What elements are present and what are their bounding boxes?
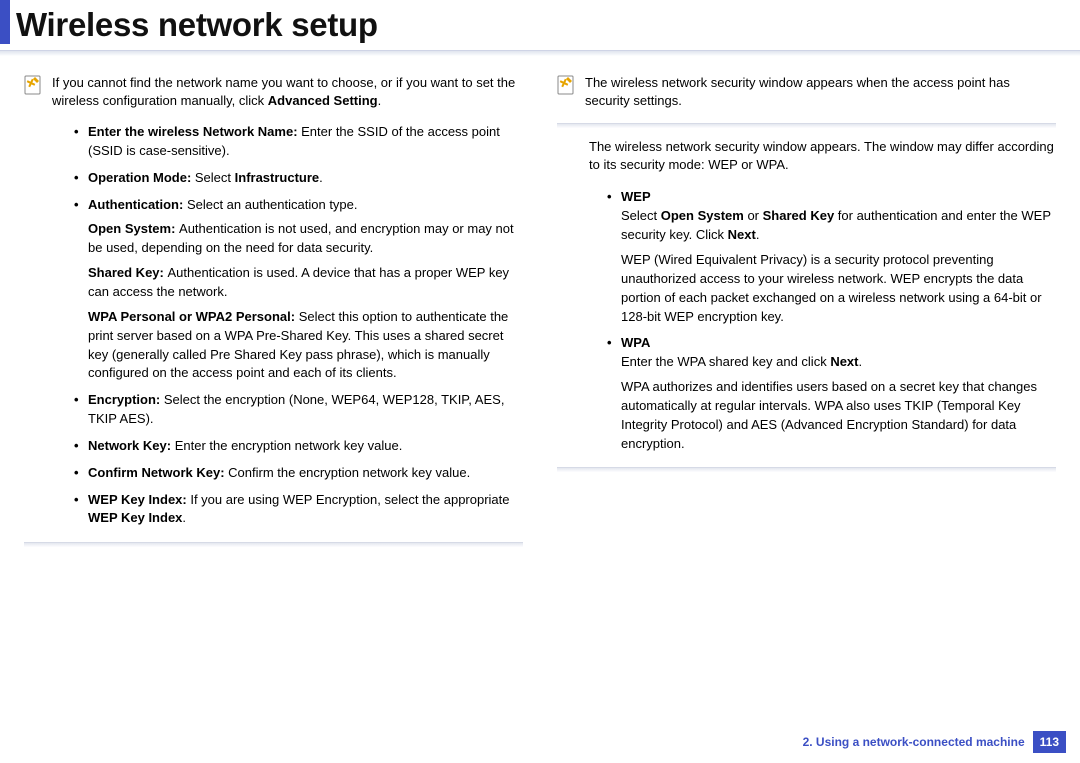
wki-text: If you are using WEP Encryption, select … [190, 492, 509, 507]
cnk-label: Confirm Network Key: [88, 465, 228, 480]
shared-label: Shared Key: [88, 265, 167, 280]
note-block: If you cannot find the network name you … [24, 74, 523, 109]
t: . [859, 354, 863, 369]
note-text-right: The wireless network security window app… [585, 74, 1056, 109]
wpa-line1: Enter the WPA shared key and click Next. [621, 353, 1056, 372]
note-block-right: The wireless network security window app… [557, 74, 1056, 109]
wki-label: WEP Key Index: [88, 492, 190, 507]
ssid-label: Enter the wireless Network Name: [88, 124, 301, 139]
item-network-key: Network Key: Enter the encryption networ… [74, 437, 523, 456]
t: . [756, 227, 760, 242]
header-rule [0, 50, 1080, 56]
right-column: The wireless network security window app… [557, 74, 1056, 553]
open-system-para: Open System: Authentication is not used,… [88, 220, 523, 258]
section-rule-right-2 [557, 467, 1056, 472]
op-tail: . [319, 170, 323, 185]
header-accent-bar [0, 0, 10, 44]
footer-page-number: 113 [1033, 731, 1066, 753]
wki-bold: WEP Key Index [88, 510, 182, 525]
note-icon [557, 74, 575, 96]
wki-tail: . [182, 510, 186, 525]
content-columns: If you cannot find the network name you … [0, 74, 1080, 553]
t: Next [830, 354, 858, 369]
op-bold: Infrastructure [235, 170, 320, 185]
op-label: Operation Mode: [88, 170, 195, 185]
page-title: Wireless network setup [16, 6, 378, 44]
wpa-personal-para: WPA Personal or WPA2 Personal: Select th… [88, 308, 523, 383]
item-operation-mode: Operation Mode: Select Infrastructure. [74, 169, 523, 188]
item-encryption: Encryption: Select the encryption (None,… [74, 391, 523, 429]
wpa-label: WPA Personal or WPA2 Personal: [88, 309, 299, 324]
item-wep-key-index: WEP Key Index: If you are using WEP Encr… [74, 491, 523, 529]
security-window-body: The wireless network security window app… [589, 138, 1056, 174]
t: Shared Key [763, 208, 835, 223]
wep-line1: Select Open System or Shared Key for aut… [621, 207, 1056, 245]
auth-text: Select an authentication type. [187, 197, 358, 212]
enc-label: Encryption: [88, 392, 164, 407]
section-rule-right-1 [557, 123, 1056, 128]
page-footer: 2. Using a network-connected machine 113 [803, 731, 1066, 753]
section-rule-left [24, 542, 523, 547]
page-header: Wireless network setup [0, 0, 1080, 50]
item-authentication: Authentication: Select an authentication… [74, 196, 523, 384]
note-icon [24, 74, 42, 96]
shared-key-para: Shared Key: Authentication is used. A de… [88, 264, 523, 302]
nk-text: Enter the encryption network key value. [175, 438, 403, 453]
left-column: If you cannot find the network name you … [24, 74, 523, 553]
open-label: Open System: [88, 221, 179, 236]
wpa-desc: WPA authorizes and identifies users base… [621, 378, 1056, 453]
note-tail: . [378, 93, 382, 108]
auth-label: Authentication: [88, 197, 187, 212]
cnk-text: Confirm the encryption network key value… [228, 465, 470, 480]
wep-desc: WEP (Wired Equivalent Privacy) is a secu… [621, 251, 1056, 326]
t: or [744, 208, 763, 223]
nk-label: Network Key: [88, 438, 175, 453]
note-bold: Advanced Setting [268, 93, 378, 108]
item-ssid: Enter the wireless Network Name: Enter t… [74, 123, 523, 161]
security-modes-list: WEP Select Open System or Shared Key for… [607, 188, 1056, 453]
wep-title: WEP [621, 189, 651, 204]
t: Next [728, 227, 756, 242]
t: Enter the WPA shared key and click [621, 354, 830, 369]
note-text: If you cannot find the network name you … [52, 74, 523, 109]
t: Open System [661, 208, 744, 223]
t: Select [621, 208, 661, 223]
wpa-title: WPA [621, 335, 650, 350]
advanced-settings-list: Enter the wireless Network Name: Enter t… [74, 123, 523, 528]
item-confirm-network-key: Confirm Network Key: Confirm the encrypt… [74, 464, 523, 483]
footer-chapter: 2. Using a network-connected machine [803, 735, 1025, 749]
item-wpa: WPA Enter the WPA shared key and click N… [607, 334, 1056, 453]
item-wep: WEP Select Open System or Shared Key for… [607, 188, 1056, 326]
op-text: Select [195, 170, 235, 185]
